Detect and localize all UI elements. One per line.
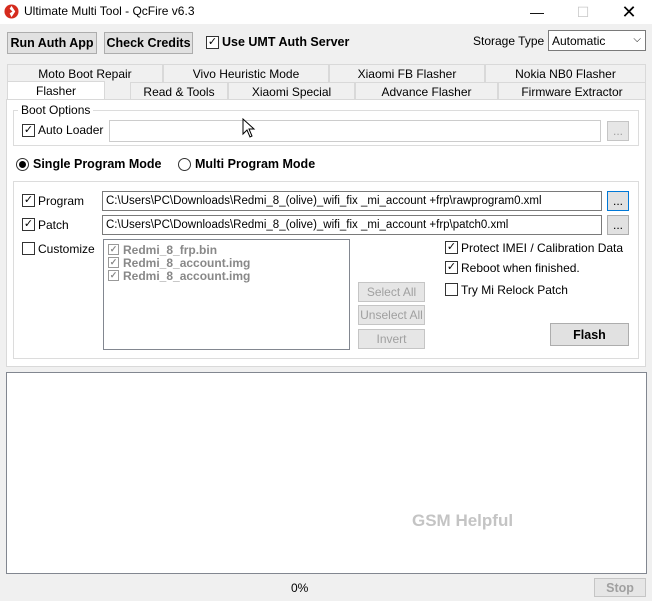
auto-loader-label: Auto Loader — [38, 123, 104, 137]
list-item[interactable]: ✓ Redmi_8_frp.bin — [108, 242, 218, 257]
progress-text: 0% — [291, 581, 309, 595]
close-icon[interactable]: ✕ — [606, 0, 652, 24]
single-program-mode-radio[interactable] — [16, 158, 29, 171]
list-item-checkbox[interactable]: ✓ — [108, 257, 119, 268]
mi-relock-checkbox[interactable] — [445, 283, 458, 296]
storage-type-label: Storage Type — [473, 34, 545, 48]
customize-checkbox[interactable] — [22, 242, 35, 255]
tab-advance-flasher[interactable]: Advance Flasher — [355, 82, 498, 100]
maximize-icon[interactable]: ☐ — [560, 0, 606, 24]
loader-path-field[interactable] — [109, 120, 601, 142]
use-umt-auth-checkbox[interactable]: ✓ — [206, 36, 219, 49]
list-item-label: Redmi_8_account.img — [123, 268, 251, 283]
list-item-checkbox[interactable]: ✓ — [108, 244, 119, 255]
patch-path-field[interactable]: C:\Users\PC\Downloads\Redmi_8_(olive)_wi… — [102, 215, 602, 235]
program-label: Program — [38, 194, 85, 208]
patch-checkbox[interactable]: ✓ — [22, 218, 35, 231]
loader-browse-button[interactable]: ... — [607, 121, 629, 141]
list-item-label: Redmi_8_account.img — [123, 255, 251, 270]
invert-button[interactable]: Invert — [358, 329, 425, 349]
auto-loader-checkbox[interactable]: ✓ — [22, 124, 35, 137]
single-program-mode-label: Single Program Mode — [33, 157, 162, 171]
list-item[interactable]: ✓ Redmi_8_account.img — [108, 268, 251, 283]
flash-button[interactable]: Flash — [550, 323, 629, 346]
list-item[interactable]: ✓ Redmi_8_account.img — [108, 255, 251, 270]
patch-label: Patch — [38, 218, 69, 232]
storage-type-value: Automatic — [552, 33, 606, 48]
partition-list[interactable]: ✓ Redmi_8_frp.bin ✓ Redmi_8_account.img … — [103, 239, 350, 350]
unselect-all-button[interactable]: Unselect All — [358, 305, 425, 325]
window-title: Ultimate Multi Tool - QcFire v6.3 — [24, 4, 195, 18]
minimize-icon[interactable]: — — [514, 0, 560, 24]
tab-flasher[interactable]: Flasher — [7, 81, 105, 100]
check-credits-button[interactable]: Check Credits — [104, 32, 193, 54]
mi-relock-label: Try Mi Relock Patch — [461, 283, 568, 297]
tab-moto-boot-repair[interactable]: Moto Boot Repair — [7, 64, 163, 82]
protect-imei-label: Protect IMEI / Calibration Data — [461, 241, 624, 255]
tab-vivo-heuristic-mode[interactable]: Vivo Heuristic Mode — [163, 64, 329, 82]
protect-imei-checkbox[interactable]: ✓ — [445, 241, 458, 254]
tab-read-tools[interactable]: Read & Tools — [130, 82, 228, 100]
tab-firmware-extractor[interactable]: Firmware Extractor — [498, 82, 646, 100]
program-checkbox[interactable]: ✓ — [22, 194, 35, 207]
customize-label: Customize — [38, 242, 95, 256]
tab-nokia-nb0-flasher[interactable]: Nokia NB0 Flasher — [485, 64, 646, 82]
run-auth-app-button[interactable]: Run Auth App — [7, 32, 97, 54]
list-item-label: Redmi_8_frp.bin — [123, 242, 218, 257]
storage-type-select[interactable]: Automatic ⌵ — [548, 30, 646, 51]
select-all-button[interactable]: Select All — [358, 282, 425, 302]
multi-program-mode-label: Multi Program Mode — [195, 157, 316, 171]
reboot-label: Reboot when finished. — [461, 261, 580, 275]
patch-browse-button[interactable]: ... — [607, 215, 629, 235]
chevron-down-icon: ⌵ — [633, 34, 641, 45]
list-item-checkbox[interactable]: ✓ — [108, 270, 119, 281]
reboot-checkbox[interactable]: ✓ — [445, 261, 458, 274]
qualcomm-snapdragon-icon — [4, 4, 19, 19]
use-umt-auth-label: Use UMT Auth Server — [222, 35, 350, 49]
log-output[interactable]: GSM Helpful — [6, 372, 647, 574]
program-path-field[interactable]: C:\Users\PC\Downloads\Redmi_8_(olive)_wi… — [102, 191, 602, 211]
boot-options-legend: Boot Options — [18, 103, 94, 117]
program-browse-button[interactable]: ... — [607, 191, 629, 211]
mouse-cursor-icon — [242, 118, 256, 138]
tab-xiaomi-fb-flasher[interactable]: Xiaomi FB Flasher — [329, 64, 485, 82]
watermark-text: GSM Helpful — [412, 511, 514, 530]
tab-xiaomi-special[interactable]: Xiaomi Special — [228, 82, 355, 100]
title-bar: Ultimate Multi Tool - QcFire v6.3 — ☐ ✕ — [0, 0, 652, 24]
multi-program-mode-radio[interactable] — [178, 158, 191, 171]
stop-button[interactable]: Stop — [594, 578, 646, 597]
